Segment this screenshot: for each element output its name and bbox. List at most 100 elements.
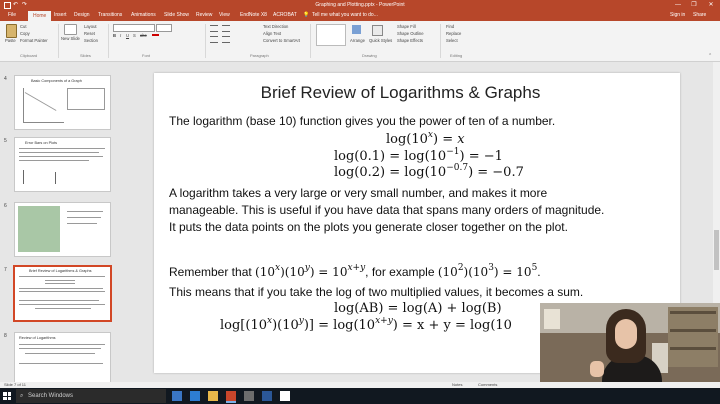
thumbnail-text xyxy=(19,148,105,149)
thumbnail-image xyxy=(18,206,60,252)
sign-in-link[interactable]: Sign in xyxy=(670,10,685,21)
new-slide-button[interactable]: New Slide xyxy=(61,36,80,41)
thumbnail-text xyxy=(25,353,95,354)
find-button[interactable]: Find xyxy=(446,24,454,29)
slide-thumbnail-5[interactable]: Error Bars on Plots xyxy=(14,137,111,192)
collapse-ribbon-icon[interactable]: ⌃ xyxy=(708,53,712,59)
equation-log-0-2: log(0.2) = log(10−0.7) = −0.7 xyxy=(334,163,524,180)
slide-intro-text: The logarithm (base 10) function gives y… xyxy=(169,114,556,128)
shape-effects-button[interactable]: Shape Effects xyxy=(397,38,423,43)
quick-styles-button[interactable]: Quick Styles xyxy=(369,38,392,43)
tab-slide-show[interactable]: Slide Show xyxy=(164,10,189,21)
slide-thumbnail-6[interactable] xyxy=(14,202,111,257)
bullets-icon[interactable] xyxy=(210,25,218,32)
thumbnail-number: 8 xyxy=(4,333,7,339)
new-slide-icon[interactable] xyxy=(64,24,77,35)
font-size-select[interactable] xyxy=(156,24,172,32)
equation-log-identity: log(10x) = x xyxy=(386,130,465,147)
align-text-button[interactable]: Align Text xyxy=(263,31,281,36)
taskbar-search[interactable]: ⌕ Search Windows xyxy=(16,389,166,403)
thumbnail-text xyxy=(45,280,75,281)
tab-file[interactable]: File xyxy=(8,10,16,21)
italic-button[interactable]: I xyxy=(120,33,121,38)
layout-button[interactable]: Layout xyxy=(84,24,97,29)
slide-thumbnail-7[interactable]: Brief Review of Logarithms & Graphs xyxy=(13,265,112,322)
strikethrough-button[interactable]: abc xyxy=(140,33,147,38)
editing-group-label: Editing xyxy=(450,53,463,58)
tab-transitions[interactable]: Transitions xyxy=(98,10,122,21)
tell-me-box[interactable]: Tell me what you want to do... xyxy=(312,10,378,21)
arrange-button[interactable]: Arrange xyxy=(350,38,365,43)
shape-outline-button[interactable]: Shape Outline xyxy=(397,31,424,36)
windows-start-icon[interactable] xyxy=(3,392,11,400)
group-divider xyxy=(108,24,109,58)
tab-home[interactable]: Home xyxy=(28,11,52,21)
shape-fill-button[interactable]: Shape Fill xyxy=(397,24,416,29)
slide-title[interactable]: Brief Review of Logarithms & Graphs xyxy=(154,83,647,103)
chrome-icon[interactable] xyxy=(280,391,290,401)
thumbnail-number: 7 xyxy=(4,267,7,273)
copy-button[interactable]: Copy xyxy=(20,31,30,36)
search-icon: ⌕ xyxy=(20,393,24,399)
font-group-label: Font xyxy=(142,53,151,58)
tab-animations[interactable]: Animations xyxy=(131,10,156,21)
maximize-button[interactable]: ❐ xyxy=(686,0,702,10)
quick-styles-icon[interactable] xyxy=(372,25,383,36)
equation-log-0-1: log(0.1) = log(10−1) = −1 xyxy=(334,147,503,164)
thumbnail-text xyxy=(19,363,103,364)
replace-button[interactable]: Replace xyxy=(446,31,461,36)
bold-button[interactable]: B xyxy=(113,33,116,38)
tab-view[interactable]: View xyxy=(219,10,230,21)
convert-smartart-button[interactable]: Convert to SmartArt xyxy=(263,38,300,43)
tab-endnote[interactable]: EndNote X8 xyxy=(240,10,267,21)
underline-button[interactable]: U xyxy=(126,33,129,38)
tab-review[interactable]: Review xyxy=(196,10,212,21)
cut-button[interactable]: Cut xyxy=(20,24,27,29)
title-bar: ↶ ↷ Graphing and Plotting.pptx - PowerPo… xyxy=(0,0,720,10)
thumbnail-text xyxy=(19,288,103,289)
thumbnail-text xyxy=(19,304,105,305)
reset-button[interactable]: Reset xyxy=(84,31,95,36)
paste-button[interactable]: Paste xyxy=(5,38,16,43)
font-name-select[interactable] xyxy=(113,24,155,32)
clipboard-group-label: Clipboard xyxy=(20,53,38,58)
group-divider xyxy=(440,24,441,58)
thumbnail-text xyxy=(19,152,99,153)
scrollbar-thumb[interactable] xyxy=(714,230,719,270)
numbering-icon[interactable] xyxy=(222,25,230,32)
edge-browser-icon[interactable] xyxy=(190,391,200,401)
align-left-icon[interactable] xyxy=(210,36,218,43)
shadow-button[interactable]: S xyxy=(133,33,136,38)
text-direction-button[interactable]: Text Direction xyxy=(263,24,288,29)
thumbnail-text xyxy=(19,160,89,161)
paste-icon[interactable] xyxy=(6,24,17,38)
tab-design[interactable]: Design xyxy=(74,10,90,21)
thumbnail-number: 5 xyxy=(4,138,7,144)
slide-thumbnail-4[interactable]: Basic Components of a Graph xyxy=(14,75,111,130)
close-button[interactable]: ✕ xyxy=(703,0,719,10)
task-view-icon[interactable] xyxy=(172,391,182,401)
arrange-icon[interactable] xyxy=(352,25,361,34)
share-button[interactable]: Share xyxy=(693,10,706,21)
thumbnail-text xyxy=(35,308,91,309)
thumbnail-graph xyxy=(23,88,64,123)
powerpoint-taskbar-icon[interactable] xyxy=(226,391,236,403)
ribbon-home: Paste Cut Copy Format Painter Clipboard … xyxy=(0,21,720,62)
select-button[interactable]: Select xyxy=(446,38,458,43)
align-center-icon[interactable] xyxy=(222,36,230,43)
group-divider xyxy=(310,24,311,58)
store-icon[interactable] xyxy=(244,391,254,401)
font-color-icon[interactable] xyxy=(152,34,159,36)
section-button[interactable]: Section xyxy=(84,38,98,43)
tab-acrobat[interactable]: ACROBAT xyxy=(273,10,297,21)
thumbnail-text xyxy=(19,276,105,277)
format-painter-button[interactable]: Format Painter xyxy=(20,38,48,43)
file-explorer-icon[interactable] xyxy=(208,391,218,401)
slide-thumbnail-8[interactable]: Review of Logarithms xyxy=(14,332,111,387)
word-icon[interactable] xyxy=(262,391,272,401)
tab-insert[interactable]: Insert xyxy=(54,10,67,21)
thumbnail-text xyxy=(19,156,103,157)
webcam-person-face xyxy=(615,319,637,349)
shapes-gallery[interactable] xyxy=(316,24,346,46)
minimize-button[interactable]: — xyxy=(670,0,686,10)
